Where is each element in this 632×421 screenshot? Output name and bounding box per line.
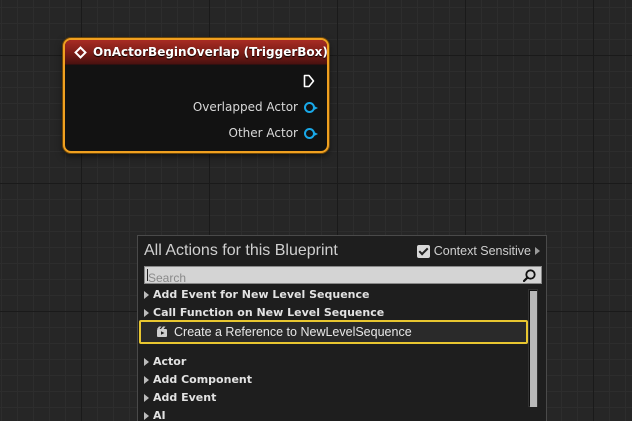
category-label: Add Event xyxy=(153,391,217,404)
node-body: Overlapped Actor Other Actor xyxy=(65,65,327,151)
pin-other-actor[interactable]: Other Actor xyxy=(228,126,318,140)
node-title: OnActorBeginOverlap (TriggerBox) xyxy=(93,45,328,59)
category-ai[interactable]: AI xyxy=(144,409,166,421)
object-pin-icon[interactable] xyxy=(304,101,318,113)
delegate-pin[interactable] xyxy=(328,47,329,57)
category-call-function-level-sequence[interactable]: Call Function on New Level Sequence xyxy=(144,306,384,319)
object-pin-icon[interactable] xyxy=(304,127,318,139)
expand-arrow-icon[interactable] xyxy=(144,411,149,420)
expand-arrow-icon[interactable] xyxy=(144,375,149,384)
search-input[interactable] xyxy=(145,270,515,286)
node-header[interactable]: OnActorBeginOverlap (TriggerBox) xyxy=(65,40,327,65)
selected-action-label: Create a Reference to NewLevelSequence xyxy=(174,325,412,339)
category-add-event-level-sequence[interactable]: Add Event for New Level Sequence xyxy=(144,288,369,301)
context-sensitive-label: Context Sensitive xyxy=(433,244,531,258)
event-node[interactable]: OnActorBeginOverlap (TriggerBox) Overlap… xyxy=(63,38,329,153)
category-label: AI xyxy=(153,409,166,421)
expand-arrow-icon[interactable] xyxy=(144,393,149,402)
category-add-component[interactable]: Add Component xyxy=(144,373,252,386)
expand-arrow-icon[interactable] xyxy=(144,308,149,317)
expand-arrow-icon[interactable] xyxy=(144,290,149,299)
pin-label: Other Actor xyxy=(228,126,298,140)
expand-arrow-icon[interactable] xyxy=(535,247,540,255)
category-label: Actor xyxy=(153,355,187,368)
exec-pin-icon[interactable] xyxy=(303,74,315,88)
text-caret xyxy=(147,269,148,281)
pin-label: Overlapped Actor xyxy=(192,100,298,114)
pin-overlapped-actor[interactable]: Overlapped Actor xyxy=(192,100,318,114)
category-add-event[interactable]: Add Event xyxy=(144,391,216,404)
menu-header: All Actions for this Blueprint Context S… xyxy=(138,236,546,266)
expand-arrow-icon[interactable] xyxy=(144,357,149,366)
category-label: Call Function on New Level Sequence xyxy=(153,306,385,319)
category-label: Add Component xyxy=(153,373,252,386)
scrollbar-thumb[interactable] xyxy=(530,291,537,407)
event-diamond-icon xyxy=(74,45,87,59)
context-sensitive-checkbox[interactable] xyxy=(416,244,430,258)
magnifier-icon[interactable] xyxy=(523,269,536,282)
scrollbar[interactable] xyxy=(528,289,538,407)
selected-action-create-reference[interactable]: Create a Reference to NewLevelSequence xyxy=(139,320,528,344)
level-sequence-icon xyxy=(157,326,167,337)
category-actor[interactable]: Actor xyxy=(144,355,186,368)
menu-title: All Actions for this Blueprint xyxy=(144,242,338,259)
context-sensitive-toggle[interactable]: Context Sensitive xyxy=(416,244,540,258)
action-menu: All Actions for this Blueprint Context S… xyxy=(137,235,547,421)
category-label: Add Event for New Level Sequence xyxy=(153,288,370,301)
search-box[interactable] xyxy=(144,266,542,286)
